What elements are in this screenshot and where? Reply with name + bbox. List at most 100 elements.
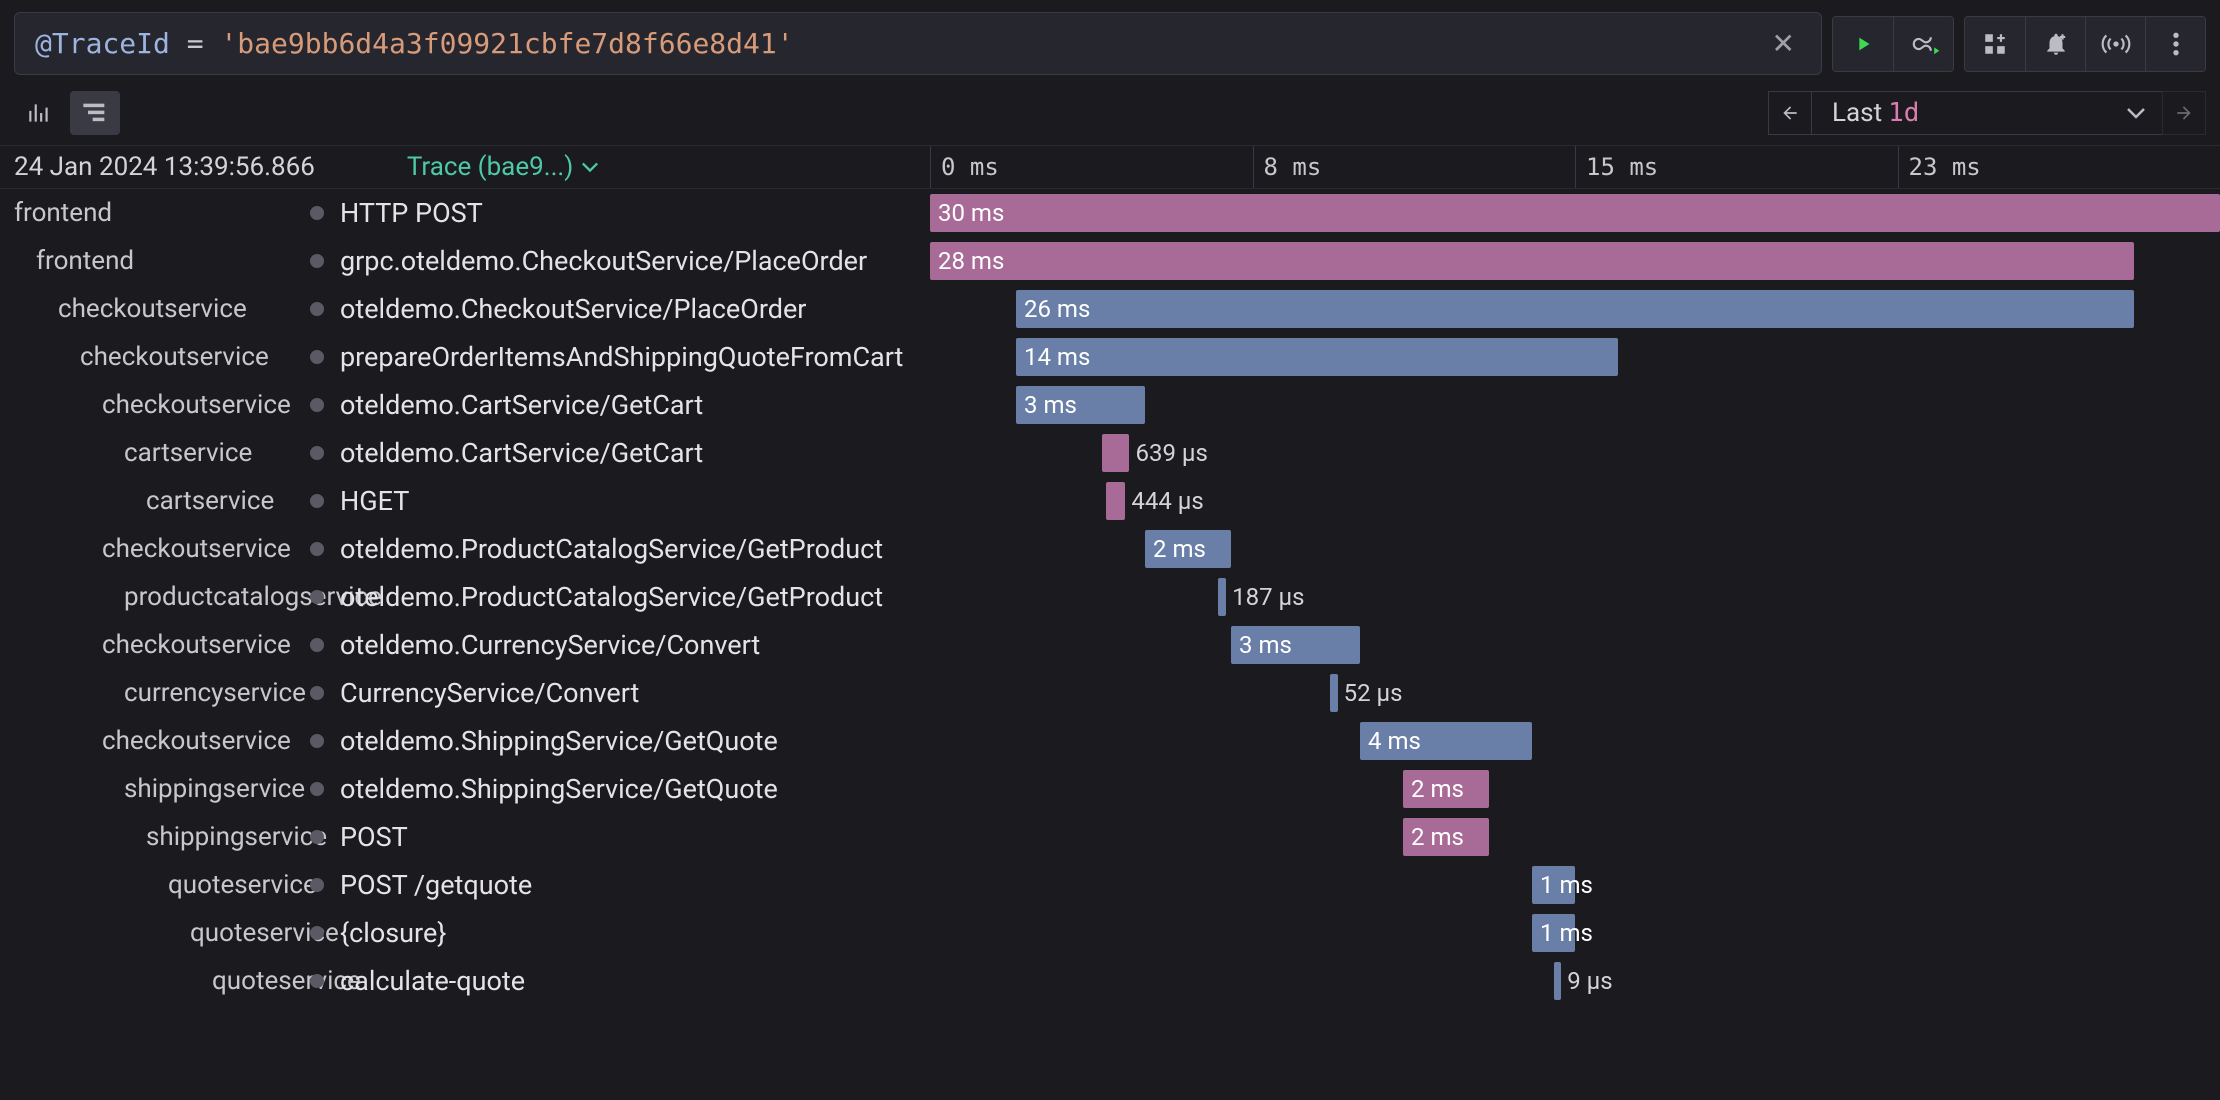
span-service: cartservice (0, 486, 310, 516)
span-bar[interactable]: 2 ms (1403, 818, 1489, 856)
span-duration: 1 ms (1540, 871, 1593, 899)
span-name: oteldemo.ShippingService/GetQuote (340, 773, 778, 805)
span-bar[interactable]: 639 µs (1102, 434, 1129, 472)
query-operator: = (170, 27, 221, 60)
span-row[interactable]: checkoutserviceprepareOrderItemsAndShipp… (0, 333, 2220, 381)
add-panel-button[interactable] (1965, 17, 2025, 71)
span-name: grpc.oteldemo.CheckoutService/PlaceOrder (340, 245, 867, 277)
span-duration: 4 ms (1368, 727, 1421, 755)
span-duration: 3 ms (1024, 391, 1077, 419)
time-back-button[interactable] (1768, 91, 1812, 135)
list-view-button[interactable] (70, 91, 120, 135)
more-menu-button[interactable] (2145, 17, 2205, 71)
span-row[interactable]: checkoutserviceoteldemo.ProductCatalogSe… (0, 525, 2220, 573)
span-dot-icon (310, 734, 324, 748)
span-row[interactable]: cartserviceoteldemo.CartService/GetCart6… (0, 429, 2220, 477)
span-bar[interactable]: 2 ms (1403, 770, 1489, 808)
span-dot-icon (310, 926, 324, 940)
span-row[interactable]: quoteservice{closure}1 ms (0, 909, 2220, 957)
span-bar[interactable]: 3 ms (1231, 626, 1360, 664)
span-duration: 28 ms (938, 247, 1004, 275)
span-service: frontend (0, 198, 310, 228)
trace-header-row: 24 Jan 2024 13:39:56.866 Trace (bae9...)… (0, 145, 2220, 189)
alert-button[interactable] (2025, 17, 2085, 71)
span-bar[interactable]: 4 ms (1360, 722, 1532, 760)
span-bar[interactable]: 9 µs (1554, 962, 1562, 1000)
span-service: checkoutservice (0, 630, 310, 660)
span-duration: 444 µs (1131, 487, 1203, 515)
live-tail-button[interactable] (1893, 17, 1953, 71)
span-service: shippingservice (0, 822, 310, 852)
timeline-ruler: 0 ms8 ms15 ms23 ms (930, 146, 2220, 188)
timeline-tick: 8 ms (1253, 146, 1576, 188)
span-name: oteldemo.CurrencyService/Convert (340, 629, 760, 661)
broadcast-button[interactable] (2085, 17, 2145, 71)
chevron-down-icon (581, 161, 599, 173)
clear-query-icon[interactable]: ✕ (1766, 27, 1801, 60)
span-bar[interactable]: 30 ms (930, 194, 2220, 232)
span-bar[interactable]: 444 µs (1106, 482, 1125, 520)
broadcast-icon (2101, 31, 2131, 57)
span-duration: 187 µs (1232, 583, 1304, 611)
run-query-button[interactable] (1833, 17, 1893, 71)
timeline-tick: 15 ms (1575, 146, 1898, 188)
trace-label-toggle[interactable]: Trace (bae9...) (407, 152, 600, 182)
chart-view-button[interactable] (14, 91, 64, 135)
span-service: checkoutservice (0, 342, 310, 372)
play-icon (1852, 33, 1874, 55)
span-name: {closure} (340, 917, 446, 949)
chevron-down-icon (2126, 106, 2146, 120)
span-row[interactable]: checkoutserviceoteldemo.ShippingService/… (0, 717, 2220, 765)
span-bar[interactable]: 2 ms (1145, 530, 1231, 568)
kebab-icon (2172, 31, 2180, 57)
span-service: checkoutservice (0, 534, 310, 564)
arrow-left-icon (1780, 103, 1800, 123)
span-dot-icon (310, 830, 324, 844)
span-row[interactable]: quoteservicePOST /getquote1 ms (0, 861, 2220, 909)
span-duration: 9 µs (1567, 967, 1612, 995)
span-name: oteldemo.CartService/GetCart (340, 437, 703, 469)
span-duration: 639 µs (1135, 439, 1207, 467)
span-bar[interactable]: 28 ms (930, 242, 2134, 280)
span-row[interactable]: frontend grpc.oteldemo.CheckoutService/Pl… (0, 237, 2220, 285)
span-name: oteldemo.ProductCatalogService/GetProduc… (340, 581, 883, 613)
time-range-select[interactable]: Last 1d (1812, 91, 2162, 135)
grid-plus-icon (1982, 31, 2008, 57)
span-dot-icon (310, 590, 324, 604)
span-bar[interactable]: 1 ms (1532, 914, 1575, 952)
span-duration: 3 ms (1239, 631, 1292, 659)
span-row[interactable]: currencyserviceCurrencyService/Convert52… (0, 669, 2220, 717)
span-row[interactable]: productcatalogserviceoteldemo.ProductCat… (0, 573, 2220, 621)
span-dot-icon (310, 254, 324, 268)
list-tree-icon (81, 101, 109, 125)
bar-chart-icon (25, 100, 53, 126)
span-service: frontend (0, 246, 310, 276)
span-row[interactable]: checkoutserviceoteldemo.CartService/GetC… (0, 381, 2220, 429)
span-row[interactable]: shippingservice POST 2 ms (0, 813, 2220, 861)
span-service: checkoutservice (0, 294, 310, 324)
span-duration: 14 ms (1024, 343, 1090, 371)
span-row[interactable]: shippingserviceoteldemo.ShippingService/… (0, 765, 2220, 813)
span-row[interactable]: frontendHTTP POST30 ms (0, 189, 2220, 237)
span-row[interactable]: quoteservicecalculate-quote9 µs (0, 957, 2220, 1005)
span-row[interactable]: cartserviceHGET444 µs (0, 477, 2220, 525)
span-name: oteldemo.ShippingService/GetQuote (340, 725, 778, 757)
span-row[interactable]: checkoutserviceoteldemo.CheckoutService/… (0, 285, 2220, 333)
span-duration: 26 ms (1024, 295, 1090, 323)
query-input[interactable]: @TraceId = 'bae9bb6d4a3f09921cbfe7d8f66e… (14, 12, 1822, 75)
span-dot-icon (310, 350, 324, 364)
time-forward-button[interactable] (2162, 91, 2206, 135)
span-bar[interactable]: 14 ms (1016, 338, 1618, 376)
span-bar[interactable]: 187 µs (1218, 578, 1226, 616)
span-bar[interactable]: 26 ms (1016, 290, 2134, 328)
span-duration: 2 ms (1411, 775, 1464, 803)
span-name: calculate-quote (340, 965, 525, 997)
query-string: 'bae9bb6d4a3f09921cbfe7d8f66e8d41' (220, 27, 793, 60)
query-variable: @TraceId (35, 27, 170, 60)
span-name: POST /getquote (340, 869, 532, 901)
span-bar[interactable]: 52 µs (1330, 674, 1338, 712)
span-name: POST (340, 821, 408, 853)
span-row[interactable]: checkoutservice oteldemo.CurrencyService/… (0, 621, 2220, 669)
span-bar[interactable]: 1 ms (1532, 866, 1575, 904)
span-bar[interactable]: 3 ms (1016, 386, 1145, 424)
